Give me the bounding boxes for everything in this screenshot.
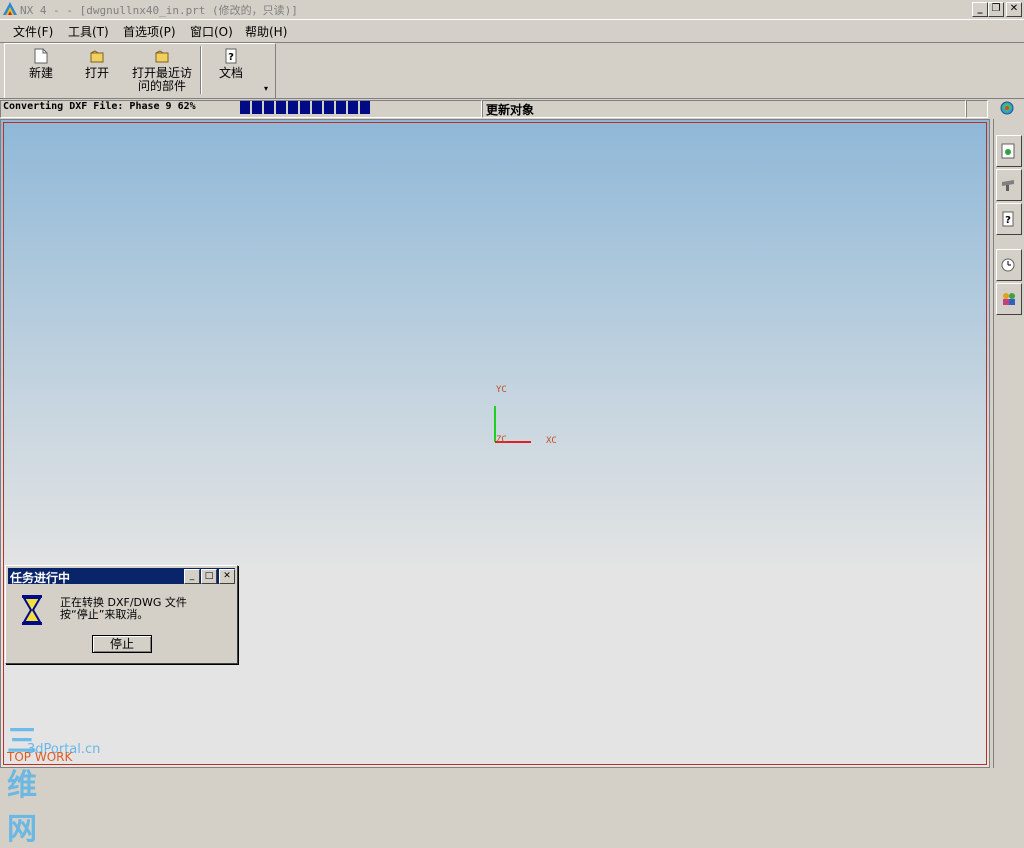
open-recent-label-2: 问的部件 bbox=[137, 79, 186, 93]
progress-segment bbox=[312, 101, 322, 114]
documentation-label: 文档 bbox=[218, 66, 243, 80]
open-button[interactable]: 打开 bbox=[77, 48, 117, 80]
progress-segment bbox=[276, 101, 286, 114]
help-button[interactable]: ? bbox=[996, 203, 1022, 235]
progress-segment bbox=[324, 101, 334, 114]
new-file-icon bbox=[34, 48, 48, 64]
progress-segment bbox=[300, 101, 310, 114]
resource-bar: ? bbox=[993, 119, 1024, 768]
status-bar: Converting DXF File: Phase 9 62% 更新对象 bbox=[0, 98, 1024, 118]
progress-segment bbox=[348, 101, 358, 114]
standard-toolbar: 新建 打开 打开最近访 问的部件 ? 文档 ▾ bbox=[4, 43, 276, 99]
open-label: 打开 bbox=[84, 66, 109, 80]
resource-bar-toggle[interactable] bbox=[992, 99, 1022, 117]
globe-logo-icon bbox=[1000, 101, 1014, 115]
watermark-top-work: TOP WORK bbox=[7, 750, 73, 764]
title-bar: NX 4 - - [dwgnullnx40_in.prt (修改的，只读)] _… bbox=[0, 0, 1024, 18]
open-folder-icon bbox=[90, 50, 104, 63]
history-icon bbox=[1002, 180, 1014, 191]
stop-button[interactable]: 停止 bbox=[92, 635, 152, 653]
restore-button[interactable]: ❐ bbox=[988, 2, 1004, 17]
progress-segment bbox=[264, 101, 274, 114]
new-button[interactable]: 新建 bbox=[21, 48, 61, 80]
open-recent-label-1: 打开最近访 bbox=[131, 66, 192, 80]
toolbar-separator bbox=[200, 46, 201, 94]
graphics-viewport[interactable]: YC ZC XC 三维网 3dPortal.cn TOP WORK bbox=[0, 119, 990, 847]
progress-segment bbox=[360, 101, 370, 114]
roles-button[interactable] bbox=[996, 283, 1022, 315]
menu-tools[interactable]: 工具(T) bbox=[65, 23, 112, 40]
resource-browser-button[interactable] bbox=[996, 135, 1022, 167]
status-spacer bbox=[966, 100, 988, 118]
menu-file[interactable]: 文件(F) bbox=[10, 23, 56, 40]
menu-help[interactable]: 帮助(H) bbox=[242, 23, 290, 40]
window-title: NX 4 - - [dwgnullnx40_in.prt (修改的，只读)] bbox=[20, 4, 298, 17]
task-progress-dialog: 任务进行中 _ □ ✕ 正在转换 DXF/DWG 文件 按“停止”来取消。 停止 bbox=[5, 565, 238, 664]
svg-text:?: ? bbox=[1005, 215, 1011, 226]
help-doc-icon: ? bbox=[225, 48, 237, 64]
people-icon bbox=[1003, 293, 1015, 305]
dialog-maximize-button[interactable]: □ bbox=[201, 569, 217, 584]
open-recent-button[interactable]: 打开最近访 问的部件 bbox=[129, 48, 195, 93]
minimize-button[interactable]: _ bbox=[972, 2, 988, 17]
x-axis-label: XC bbox=[546, 436, 557, 446]
documentation-button[interactable]: ? 文档 bbox=[211, 48, 251, 80]
help-icon: ? bbox=[1002, 211, 1014, 227]
dialog-close-button[interactable]: ✕ bbox=[219, 569, 235, 584]
dialog-minimize-button[interactable]: _ bbox=[184, 569, 200, 584]
y-axis-label: YC bbox=[496, 385, 507, 395]
history-button[interactable] bbox=[996, 169, 1022, 201]
system-clock-button[interactable] bbox=[996, 249, 1022, 281]
status-message: 更新对象 bbox=[486, 103, 535, 117]
app-logo-icon bbox=[3, 2, 17, 15]
dialog-message-line2: 按“停止”来取消。 bbox=[60, 608, 149, 621]
new-label: 新建 bbox=[28, 66, 53, 80]
toolbar-overflow-icon[interactable]: ▾ bbox=[264, 84, 268, 93]
close-button[interactable]: ✕ bbox=[1006, 2, 1022, 17]
svg-text:?: ? bbox=[228, 52, 234, 63]
progress-segment bbox=[336, 101, 346, 114]
clock-icon bbox=[1001, 258, 1015, 272]
progress-bar bbox=[240, 101, 370, 114]
z-axis-label: ZC bbox=[496, 435, 507, 445]
progress-text: Converting DXF File: Phase 9 62% bbox=[3, 101, 196, 112]
hourglass-icon bbox=[22, 595, 42, 625]
menu-window[interactable]: 窗口(O) bbox=[187, 23, 236, 40]
menu-preferences[interactable]: 首选项(P) bbox=[120, 23, 179, 40]
watermark-logo-text: 三维网 bbox=[7, 724, 37, 847]
globe-icon bbox=[1001, 143, 1015, 159]
recent-folder-icon bbox=[155, 50, 169, 63]
dialog-title: 任务进行中 bbox=[10, 571, 71, 585]
dialog-title-bar[interactable]: 任务进行中 _ □ ✕ bbox=[8, 568, 235, 585]
menu-bar: 文件(F) 工具(T) 首选项(P) 窗口(O) 帮助(H) bbox=[0, 19, 1024, 43]
progress-segment bbox=[252, 101, 262, 114]
progress-segment bbox=[288, 101, 298, 114]
progress-segment bbox=[240, 101, 250, 114]
message-cell bbox=[482, 100, 966, 118]
